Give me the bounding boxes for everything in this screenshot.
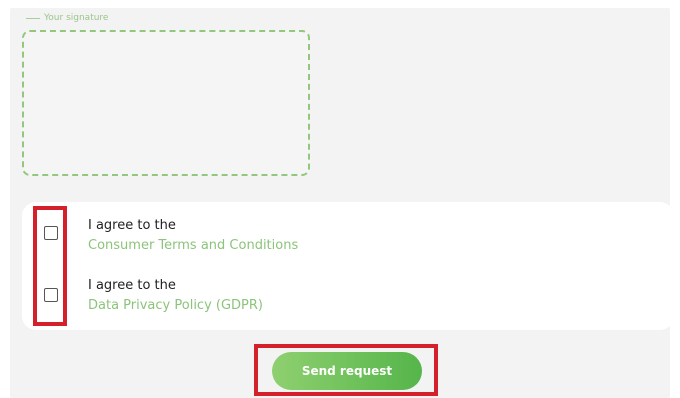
privacy-link[interactable]: Data Privacy Policy (GDPR) [88, 296, 263, 316]
consent-row-privacy: I agree to the Data Privacy Policy (GDPR… [22, 276, 674, 324]
consent-card: I agree to the Consumer Terms and Condit… [22, 202, 674, 330]
button-highlight-frame [254, 344, 438, 396]
legend-dash [26, 17, 40, 19]
signature-legend: Your signature [26, 13, 108, 23]
checkbox-highlight-frame [33, 206, 67, 326]
terms-link[interactable]: Consumer Terms and Conditions [88, 236, 298, 256]
privacy-prefix: I agree to the [88, 278, 176, 293]
consent-row-terms: I agree to the Consumer Terms and Condit… [22, 216, 674, 264]
signature-label: Your signature [44, 13, 109, 23]
terms-prefix: I agree to the [88, 218, 176, 233]
privacy-text: I agree to the Data Privacy Policy (GDPR… [88, 276, 263, 316]
page: Your signature I agree to the Consumer T… [0, 0, 680, 398]
terms-text: I agree to the Consumer Terms and Condit… [88, 216, 298, 256]
signature-pad[interactable] [22, 30, 310, 176]
